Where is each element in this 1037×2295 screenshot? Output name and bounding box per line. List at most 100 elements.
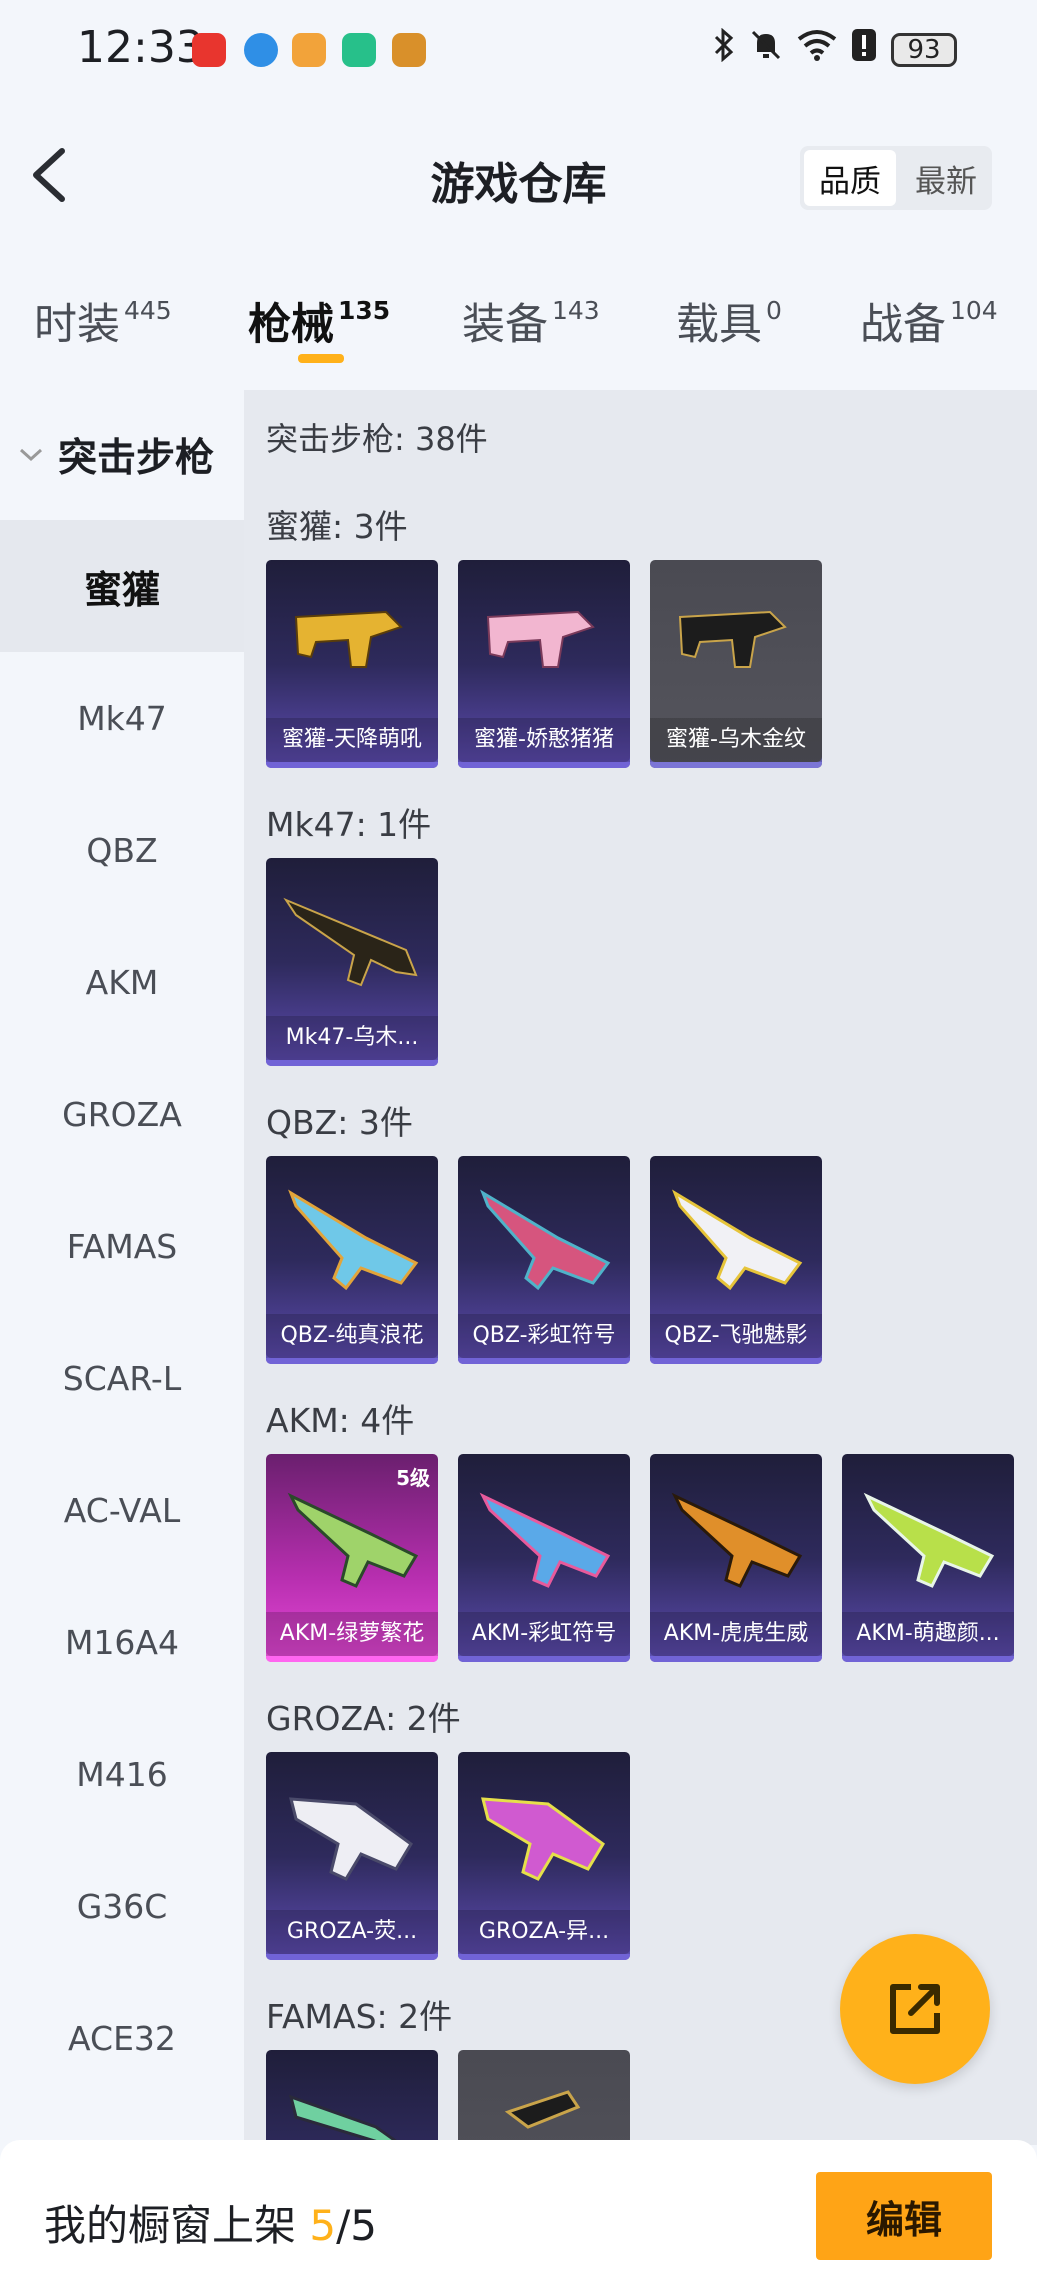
weapon-card[interactable]: QBZ-飞驰魅影	[650, 1156, 822, 1364]
section-mk47: Mk47: 1件 Mk47-乌木...	[266, 798, 438, 1066]
weapon-card[interactable]: 5级 AKM-绿萝繁花	[266, 1454, 438, 1662]
showcase-label: 我的橱窗上架	[44, 2201, 310, 2250]
weapon-card[interactable]: Mk47-乌木...	[266, 858, 438, 1066]
game-icon	[292, 33, 326, 67]
weapon-card-label: QBZ-彩虹符号	[458, 1314, 630, 1358]
status-icons: 93	[713, 27, 957, 71]
battery-indicator: 93	[891, 32, 957, 67]
rifle-image-icon	[486, 610, 595, 668]
weapon-card-label: QBZ-纯真浪花	[266, 1314, 438, 1358]
weapon-card[interactable]: QBZ-彩虹符号	[458, 1156, 630, 1364]
sidebar-item-ace32[interactable]: ACE32	[0, 1972, 244, 2104]
chevron-down-icon	[18, 440, 44, 470]
sidebar-item-mk47[interactable]: Mk47	[0, 652, 244, 784]
showcase-current: 5	[309, 2201, 337, 2250]
tab-fashion[interactable]: 时装 445	[34, 290, 172, 352]
weapon-card[interactable]: 蜜獾-天降萌吼	[266, 560, 438, 768]
sidebar-item-scar-l[interactable]: SCAR-L	[0, 1312, 244, 1444]
sidebar-item-m16a4[interactable]: M16A4	[0, 1576, 244, 1708]
wifi-icon	[797, 29, 837, 70]
weapon-card-label: 蜜獾-天降萌吼	[266, 718, 438, 762]
sidebar-item-famas[interactable]: FAMAS	[0, 1180, 244, 1312]
rifle-image-icon	[288, 1189, 419, 1291]
rifle-image-icon	[288, 2094, 404, 2145]
active-tab-indicator	[298, 354, 344, 363]
share-external-icon	[890, 1984, 940, 2034]
tab-count: 143	[552, 296, 600, 325]
bluetooth-icon	[713, 27, 735, 71]
weapon-card[interactable]: 蜜獾-娇憨猪猪	[458, 560, 630, 768]
weapon-card-label: Mk47-乌木...	[266, 1016, 438, 1060]
sidebar-item-m416[interactable]: M416	[0, 1708, 244, 1840]
rifle-image-icon	[678, 610, 787, 668]
clock: 12:33	[77, 22, 204, 73]
tab-count: 445	[124, 296, 172, 325]
rifle-image-icon	[672, 1189, 803, 1291]
sort-toggle: 品质 最新	[800, 146, 992, 210]
weapon-card[interactable]: GROZA-荧...	[266, 1752, 438, 1960]
tab-firearms[interactable]: 枪械 135	[248, 290, 390, 352]
rifle-image-icon	[504, 2090, 581, 2129]
sort-quality-button[interactable]: 品质	[804, 150, 896, 206]
weapon-card-label: AKM-萌趣颜...	[842, 1612, 1014, 1656]
weapon-card[interactable]: QBZ-纯真浪花	[266, 1156, 438, 1364]
tab-label: 枪械	[248, 300, 334, 350]
tab-gear[interactable]: 战备 104	[860, 290, 998, 352]
sidebar-item-akm[interactable]: AKM	[0, 916, 244, 1048]
weapon-card-label: QBZ-飞驰魅影	[650, 1314, 822, 1358]
section-qbz: QBZ: 3件 QBZ-纯真浪花 QBZ-彩虹符号 QBZ-飞驰魅影	[266, 1096, 822, 1364]
weapon-card[interactable]: 蜜獾-乌木金纹	[650, 560, 822, 768]
tab-vehicles[interactable]: 载具 0	[676, 290, 782, 352]
weapon-card[interactable]: AKM-彩虹符号	[458, 1454, 630, 1662]
sidebar-item-groza[interactable]: GROZA	[0, 1048, 244, 1180]
tab-label: 载具	[676, 300, 762, 350]
section-honeybadger: 蜜獾: 3件 蜜獾-天降萌吼 蜜獾-娇憨猪猪 蜜獾-乌木金纹	[266, 500, 822, 768]
weapon-card-label: AKM-绿萝繁花	[266, 1612, 438, 1656]
showcase-bar: 我的橱窗上架 5/5 编辑	[0, 2140, 1037, 2295]
rifle-image-icon	[283, 897, 418, 987]
weapon-card[interactable]: GROZA-异...	[458, 1752, 630, 1960]
status-bar: 12:33 93	[0, 0, 1037, 100]
share-button[interactable]	[840, 1934, 990, 2084]
weapon-grid: 突击步枪: 38件 蜜獾: 3件 蜜獾-天降萌吼 蜜獾-娇憨猪猪 蜜獾-乌木金纹…	[244, 390, 1037, 2145]
edit-button[interactable]: 编辑	[816, 2172, 992, 2260]
section-title: GROZA: 2件	[266, 1699, 461, 1738]
rifle-image-icon	[671, 1492, 803, 1588]
rifle-image-icon	[480, 1189, 611, 1291]
page-header: 游戏仓库 品质 最新	[0, 130, 1037, 230]
sidebar-group-assault-rifles[interactable]: 突击步枪	[0, 390, 244, 520]
mute-bell-icon	[749, 28, 783, 71]
showcase-total: /5	[336, 2201, 377, 2250]
tab-label: 战备	[860, 300, 946, 350]
weapon-card-label: GROZA-荧...	[266, 1910, 438, 1954]
weapon-card[interactable]: AKM-萌趣颜...	[842, 1454, 1014, 1662]
sidebar-item-ac-val[interactable]: AC-VAL	[0, 1444, 244, 1576]
section-title: FAMAS: 2件	[266, 1997, 453, 2036]
rifle-image-icon	[481, 1797, 605, 1881]
section-famas: FAMAS: 2件	[266, 1990, 630, 2145]
section-title: QBZ: 3件	[266, 1103, 413, 1142]
section-title: AKM: 4件	[266, 1401, 415, 1440]
rifle-image-icon	[289, 1797, 413, 1881]
weapon-card[interactable]: AKM-虎虎生威	[650, 1454, 822, 1662]
weapon-card-label: 蜜獾-乌木金纹	[650, 718, 822, 762]
rifle-image-icon	[294, 610, 403, 668]
shield-app-icon	[342, 33, 376, 67]
showcase-status: 我的橱窗上架 5/5	[44, 2192, 377, 2253]
sort-latest-button[interactable]: 最新	[900, 146, 992, 210]
weapon-card-label: GROZA-异...	[458, 1910, 630, 1954]
sidebar-item-g36c[interactable]: G36C	[0, 1840, 244, 1972]
weapon-card[interactable]	[458, 2050, 630, 2145]
tab-count: 135	[338, 296, 391, 325]
tab-equipment[interactable]: 装备 143	[462, 290, 600, 352]
rifle-image-icon	[863, 1492, 995, 1588]
sidebar-item-qbz[interactable]: QBZ	[0, 784, 244, 916]
rifle-image-icon	[479, 1492, 611, 1588]
weapon-card[interactable]	[266, 2050, 438, 2145]
sidebar-group-label: 突击步枪	[58, 436, 215, 481]
category-tabs: 时装 445 枪械 135 装备 143 载具 0 战备 104	[0, 280, 1037, 380]
section-akm: AKM: 4件 5级 AKM-绿萝繁花 AKM-彩虹符号 AKM-虎虎生威 AK…	[266, 1394, 1014, 1662]
sidebar-item-honeybadger[interactable]: 蜜獾	[0, 520, 244, 652]
weapon-card-label: AKM-彩虹符号	[458, 1612, 630, 1656]
weapon-card-label: 蜜獾-娇憨猪猪	[458, 718, 630, 762]
